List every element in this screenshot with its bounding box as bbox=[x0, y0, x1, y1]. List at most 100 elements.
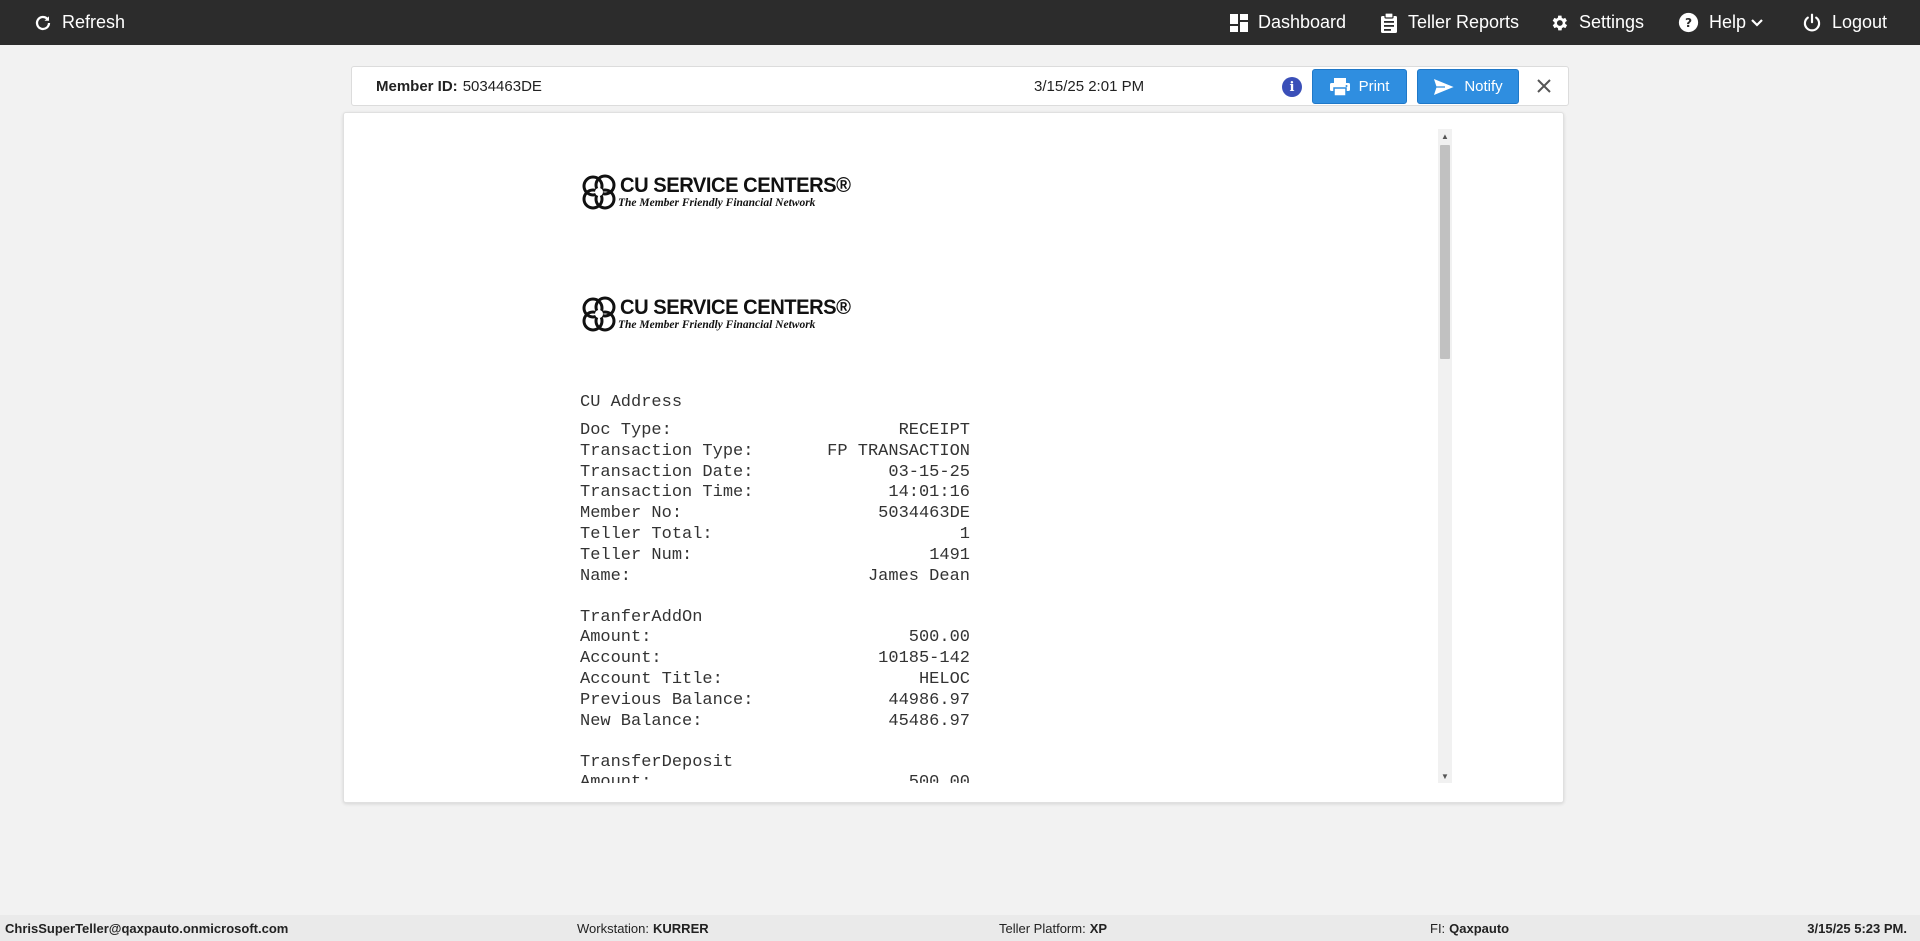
row-value: 500.00 bbox=[908, 773, 970, 783]
receipt-panel: CU SERVICE CENTERS® The Member Friendly … bbox=[343, 112, 1564, 803]
scroll-up-arrow-icon[interactable]: ▲ bbox=[1438, 129, 1452, 143]
receipt-row: Account Title: HELOC bbox=[580, 670, 970, 691]
row-label: New Balance: bbox=[580, 711, 703, 731]
receipt-row: Member No: 5034463DE bbox=[580, 504, 970, 525]
member-id-value: 5034463DE bbox=[462, 77, 542, 95]
row-label: Member No: bbox=[580, 504, 683, 524]
receipt-row: Previous Balance: 44986.97 bbox=[580, 691, 970, 712]
scroll-down-arrow-icon[interactable]: ▼ bbox=[1438, 769, 1452, 783]
logo-tagline: The Member Friendly Financial Network bbox=[618, 319, 816, 331]
gear-icon bbox=[1552, 15, 1568, 30]
receipt-row: Name: James Dean bbox=[580, 567, 970, 588]
dashboard-icon bbox=[1230, 13, 1248, 32]
power-icon bbox=[1803, 13, 1821, 31]
row-value: 10185-142 bbox=[878, 649, 970, 669]
footer-fi: FI: Qaxpauto bbox=[1430, 915, 1509, 941]
receipt-body: CU Address Doc Type: RECEIPT Transaction … bbox=[580, 389, 970, 783]
workstation-value: KURRER bbox=[653, 920, 709, 936]
section-transfer-deposit: Amount: 500.00 bbox=[580, 773, 970, 783]
member-id-label: Member ID: bbox=[376, 77, 458, 95]
row-value: 14:01:16 bbox=[888, 483, 970, 503]
platform-label: Teller Platform: bbox=[999, 920, 1086, 936]
cu-address: CU Address bbox=[580, 393, 683, 412]
dashboard-button[interactable]: Dashboard bbox=[1230, 0, 1346, 45]
row-value: RECEIPT bbox=[898, 421, 970, 440]
settings-button[interactable]: Settings bbox=[1549, 0, 1644, 45]
row-value: 44986.97 bbox=[888, 690, 970, 710]
receipt-row: Transaction Date: 03-15-25 bbox=[580, 463, 970, 484]
row-value: 03-15-25 bbox=[888, 462, 970, 482]
receipt-row: Teller Total: 1 bbox=[580, 525, 970, 546]
row-label: Transaction Date: bbox=[580, 462, 754, 482]
section-transfer-addon: Amount: 500.00 Account: 10185-142 Account … bbox=[580, 628, 970, 732]
row-value: 1491 bbox=[929, 545, 970, 565]
workstation-label: Workstation: bbox=[577, 920, 650, 936]
row-label: Account Title: bbox=[580, 669, 723, 689]
receipt-row: Doc Type: RECEIPT bbox=[580, 421, 970, 442]
receipt-row: Teller Num: 1491 bbox=[580, 546, 970, 567]
logo-tagline: The Member Friendly Financial Network bbox=[618, 197, 816, 209]
row-label: Teller Num: bbox=[580, 545, 693, 565]
receipt-row: Account: 10185-142 bbox=[580, 649, 970, 670]
close-icon[interactable] bbox=[1532, 74, 1556, 98]
row-label: Transaction Time: bbox=[580, 483, 754, 503]
receipt-row: Amount: 500.00 bbox=[580, 628, 970, 649]
row-value: 500.00 bbox=[908, 628, 970, 648]
section-title-transfer-deposit: TransferDeposit bbox=[580, 753, 734, 773]
receipt-row: Amount: 500.00 bbox=[580, 773, 970, 783]
receipt-row: New Balance: 45486.97 bbox=[580, 712, 970, 733]
receipt-details: Doc Type: RECEIPT Transaction Type: FP TRA… bbox=[580, 421, 970, 587]
receipt-row: Transaction Type: FP TRANSACTION bbox=[580, 442, 970, 463]
fi-value: Qaxpauto bbox=[1449, 920, 1510, 936]
footer-teller-platform: Teller Platform: XP bbox=[999, 915, 1107, 941]
send-icon bbox=[1433, 77, 1456, 96]
row-label: Amount: bbox=[580, 773, 652, 783]
teller-reports-label: Teller Reports bbox=[1408, 12, 1520, 32]
print-label: Print bbox=[1358, 78, 1390, 95]
receipt-row: Transaction Time: 14:01:16 bbox=[580, 483, 970, 504]
cu-service-centers-logo: CU SERVICE CENTERS® The Member Friendly … bbox=[580, 294, 851, 338]
dashboard-label: Dashboard bbox=[1258, 12, 1347, 32]
footer-workstation: Workstation: KURRER bbox=[577, 915, 709, 941]
svg-text:?: ? bbox=[1685, 16, 1692, 30]
swirl-logo-icon bbox=[582, 296, 616, 332]
receipt-viewer[interactable]: CU SERVICE CENTERS® The Member Friendly … bbox=[344, 129, 1452, 783]
clipboard-icon bbox=[1381, 12, 1397, 33]
row-value: 45486.97 bbox=[888, 711, 970, 731]
fi-label: FI: bbox=[1430, 920, 1446, 936]
help-menu-button[interactable]: ? Help bbox=[1678, 0, 1763, 45]
footer-time: 3/15/25 5:23 PM. bbox=[1807, 920, 1907, 936]
cu-service-centers-logo: CU SERVICE CENTERS® The Member Friendly … bbox=[580, 172, 851, 216]
question-circle-icon: ? bbox=[1678, 12, 1699, 33]
footer-user: ChrisSuperTeller@qaxpauto.onmicrosoft.co… bbox=[5, 920, 289, 936]
row-value: FP TRANSACTION bbox=[827, 441, 970, 461]
logout-button[interactable]: Logout bbox=[1802, 0, 1887, 45]
row-value: 5034463DE bbox=[878, 504, 970, 524]
status-bar: ChrisSuperTeller@qaxpauto.onmicrosoft.co… bbox=[0, 915, 1920, 941]
print-button[interactable]: Print bbox=[1312, 69, 1407, 104]
row-label: Amount: bbox=[580, 628, 652, 648]
member-id: Member ID: 5034463DE bbox=[376, 67, 542, 105]
refresh-label: Refresh bbox=[62, 12, 126, 32]
receipt-scrollbar[interactable]: ▲ ▼ bbox=[1438, 129, 1452, 783]
row-label: Previous Balance: bbox=[580, 690, 754, 710]
refresh-button[interactable]: Refresh bbox=[34, 0, 125, 45]
receipt-header-bar: Member ID: 5034463DE 3/15/25 2:01 PM i P… bbox=[351, 66, 1569, 106]
info-icon[interactable]: i bbox=[1282, 77, 1302, 97]
settings-label: Settings bbox=[1579, 12, 1645, 32]
help-label: Help bbox=[1709, 12, 1747, 32]
row-value: HELOC bbox=[918, 669, 970, 689]
swirl-logo-icon bbox=[582, 174, 616, 210]
chevron-down-icon bbox=[1751, 18, 1763, 27]
logo-name: CU SERVICE CENTERS® bbox=[620, 174, 851, 197]
section-title-transfer-addon: TranferAddOn bbox=[580, 608, 703, 628]
row-value: James Dean bbox=[867, 566, 970, 586]
scroll-thumb[interactable] bbox=[1440, 145, 1450, 359]
row-label: Name: bbox=[580, 566, 632, 586]
printer-icon bbox=[1329, 77, 1350, 96]
top-nav-bar: Refresh Dashboard Teller Reports Setting… bbox=[0, 0, 1920, 45]
notify-label: Notify bbox=[1464, 78, 1503, 95]
notify-button[interactable]: Notify bbox=[1417, 69, 1519, 104]
row-label: Doc Type: bbox=[580, 421, 672, 440]
teller-reports-button[interactable]: Teller Reports bbox=[1380, 0, 1519, 45]
